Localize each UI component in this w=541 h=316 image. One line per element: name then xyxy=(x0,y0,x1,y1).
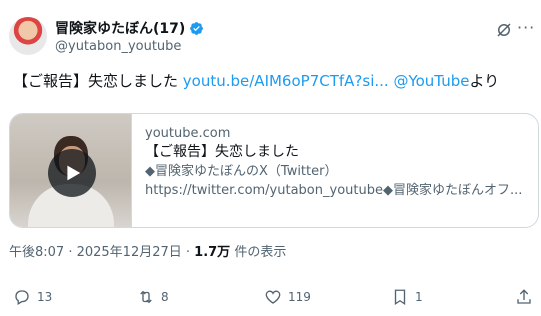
bookmark-count: 1 xyxy=(415,290,423,304)
share-button[interactable] xyxy=(515,288,533,306)
more-icon[interactable]: ··· xyxy=(517,18,535,37)
card-domain: youtube.com xyxy=(145,126,231,141)
like-button[interactable]: 119 xyxy=(264,288,311,306)
card-title: 【ご報告】失恋しました xyxy=(145,144,299,160)
author-name[interactable]: 冒険家ゆたぼん(17) xyxy=(55,18,185,38)
mention-link[interactable]: @YouTube xyxy=(393,72,469,90)
author-row: 冒険家ゆたぼん(17) xyxy=(55,18,204,38)
youtube-link[interactable]: youtu.be/AIM6oP7CTfA?si... xyxy=(183,72,389,90)
bookmark-button[interactable]: 1 xyxy=(391,288,423,306)
video-thumbnail[interactable] xyxy=(10,114,132,227)
repost-count: 8 xyxy=(161,290,169,304)
like-count: 119 xyxy=(288,290,311,304)
view-count: 1.7万 xyxy=(194,245,231,260)
grok-icon[interactable] xyxy=(495,21,513,39)
timestamp[interactable]: 午後8:07 · 2025年12月27日 · xyxy=(9,245,194,260)
avatar[interactable] xyxy=(9,17,47,55)
share-icon xyxy=(517,289,531,304)
bookmark-icon xyxy=(394,289,406,306)
repost-button[interactable]: 8 xyxy=(137,288,169,306)
tweet-text-prefix: 【ご報告】失恋しました xyxy=(13,72,183,90)
link-card[interactable]: youtube.com 【ご報告】失恋しました ◆冒険家ゆたぼんのX（Twitt… xyxy=(9,113,539,228)
tweet-meta: 午後8:07 · 2025年12月27日 · 1.7万 件の表示 xyxy=(9,241,286,260)
action-bar: 13 8 119 1 xyxy=(0,288,541,312)
heart-icon xyxy=(265,290,281,304)
repost-icon xyxy=(140,290,152,304)
play-icon[interactable] xyxy=(48,149,96,197)
card-body: youtube.com 【ご報告】失恋しました ◆冒険家ゆたぼんのX（Twitt… xyxy=(132,114,522,227)
reply-count: 13 xyxy=(37,290,53,304)
card-desc-line2: https://twitter.com/yutabon_youtube◆冒険家ゆ… xyxy=(145,183,523,198)
tweet-text-suffix: より xyxy=(469,72,500,90)
reply-button[interactable]: 13 xyxy=(13,288,52,306)
tweet-text: 【ご報告】失恋しました youtu.be/AIM6oP7CTfA?si... @… xyxy=(13,70,499,91)
card-desc-line1: ◆冒険家ゆたぼんのX（Twitter） xyxy=(145,164,338,179)
view-label: 件の表示 xyxy=(230,245,287,260)
author-handle[interactable]: @yutabon_youtube xyxy=(55,39,181,54)
verified-badge-icon xyxy=(190,21,204,35)
reply-icon xyxy=(15,290,29,305)
